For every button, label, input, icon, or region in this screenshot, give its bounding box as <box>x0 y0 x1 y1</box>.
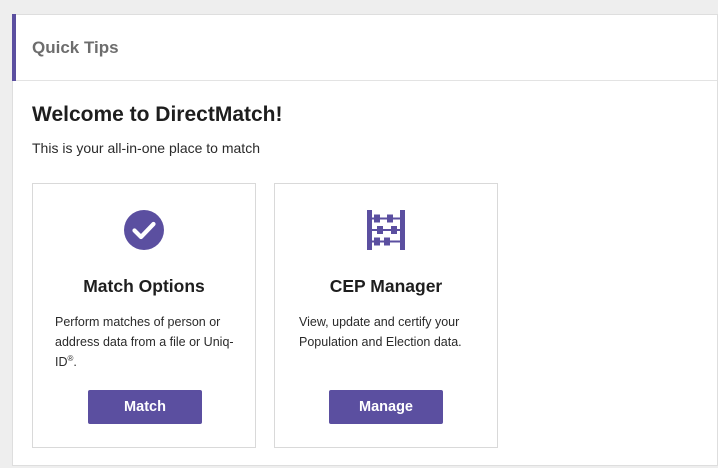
manage-button[interactable]: Manage <box>329 390 443 424</box>
check-circle-icon <box>124 210 164 250</box>
match-options-card: Match Options Perform matches of person … <box>32 183 256 448</box>
card-description-text: Perform matches of person or address dat… <box>55 315 234 369</box>
panel-title: Quick Tips <box>32 38 119 57</box>
card-title: CEP Manager <box>329 276 443 296</box>
accent-bar <box>12 14 16 81</box>
match-button[interactable]: Match <box>88 390 202 424</box>
card-description: Perform matches of person or address dat… <box>55 312 245 372</box>
abacus-icon <box>367 210 405 250</box>
welcome-subtitle: This is your all-in-one place to match <box>32 140 260 156</box>
welcome-heading: Welcome to DirectMatch! <box>32 103 283 126</box>
card-description-end: . <box>73 355 77 369</box>
panel-header: Quick Tips <box>12 14 717 81</box>
cep-manager-card: CEP Manager View, update and certify you… <box>274 183 498 448</box>
card-title: Match Options <box>83 276 205 296</box>
card-description: View, update and certify your Population… <box>299 315 462 349</box>
quick-tips-panel: Quick Tips Welcome to DirectMatch! This … <box>12 14 718 466</box>
